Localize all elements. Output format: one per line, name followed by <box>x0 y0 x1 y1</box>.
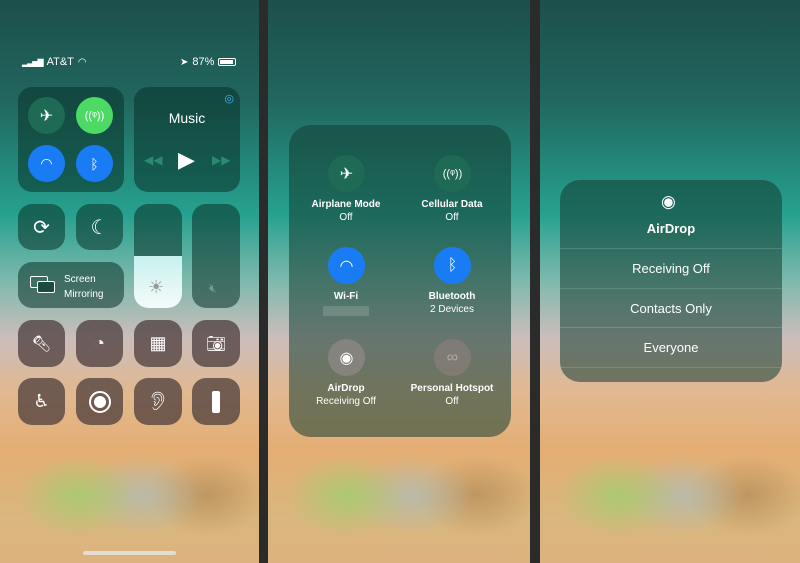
option-contacts-only[interactable]: Contacts Only <box>560 288 782 328</box>
wifi-icon: ◠ <box>339 257 354 275</box>
airplane-icon: ✈ <box>39 107 54 125</box>
status-left: ▂▃▅▇ AT&T ◠ <box>22 56 87 68</box>
airplane-toggle[interactable]: ✈ <box>328 155 365 192</box>
wifi-toggle[interactable]: ◠ <box>28 145 65 182</box>
airplane-icon: ✈ <box>339 165 354 183</box>
hotspot-toggle[interactable]: ∞ <box>434 339 471 376</box>
hotspot-icon: ∞ <box>446 348 459 366</box>
camera-icon: 📷︎ <box>205 335 227 353</box>
bluetooth-icon: ᛒ <box>90 155 99 172</box>
forward-icon[interactable]: ▶▶ <box>212 153 230 167</box>
calculator-button[interactable]: ▦ <box>134 320 182 367</box>
signal-icon: ▂▃▅▇ <box>22 57 44 67</box>
carrier-label: AT&T <box>46 56 74 68</box>
wifi-icon: ◠ <box>40 155 53 171</box>
cellular-item: Cellular Data Off <box>421 199 483 223</box>
sun-icon: ☀ <box>148 277 165 297</box>
flashlight-button[interactable]: 🔦︎ <box>18 320 65 367</box>
expanded-connectivity-panel: ✈ Airplane Mode Off ((ᵠ)) Cellular Data Of… <box>268 0 530 563</box>
remote-icon <box>212 390 220 413</box>
timer-icon: ◔ <box>94 333 105 353</box>
battery-icon <box>218 58 237 66</box>
bluetooth-toggle[interactable]: ᛒ <box>76 145 113 182</box>
option-receiving-off[interactable]: Receiving Off <box>560 248 782 288</box>
accessibility-icon: ♿︎ <box>33 391 50 411</box>
cellular-toggle[interactable]: ((ᵠ)) <box>434 155 471 192</box>
rewind-icon[interactable]: ◀◀ <box>144 153 162 167</box>
airdrop-icon: ◉ <box>661 192 676 211</box>
mute-icon: 🔇︎ <box>209 281 217 295</box>
hearing-button[interactable]: 👂︎ <box>134 378 182 425</box>
screen-mirroring-label-1: Screen <box>64 274 96 285</box>
flashlight-icon: 🔦︎ <box>31 335 52 353</box>
cellular-icon: ((ᵠ)) <box>442 167 463 180</box>
apple-tv-remote-button[interactable] <box>192 378 240 425</box>
option-everyone[interactable]: Everyone <box>560 327 782 367</box>
airdrop-menu: ◉ AirDrop Receiving Off Contacts Only Ev… <box>560 180 782 382</box>
cellular-toggle[interactable]: ((ᵠ)) <box>76 97 113 134</box>
hotspot-item: Personal Hotspot Off <box>410 383 494 407</box>
volume-slider[interactable]: 🔇︎ <box>192 204 240 308</box>
cellular-icon: ((ᵠ)) <box>84 109 105 122</box>
screen-mirroring-button[interactable]: Screen Mirroring <box>18 262 124 308</box>
record-icon <box>88 390 111 413</box>
wifi-toggle[interactable]: ◠ <box>328 247 365 284</box>
rotation-lock-icon: ⟳ <box>33 216 50 239</box>
screen-mirroring-label-2: Mirroring <box>64 289 104 300</box>
ear-icon: 👂︎ <box>146 391 170 411</box>
location-icon: ➤ <box>180 56 189 68</box>
airdrop-icon: ◉ <box>339 349 354 367</box>
moon-icon: ☾ <box>90 216 109 239</box>
airdrop-panel: ◉ AirDrop Receiving Off Contacts Only Ev… <box>540 0 800 563</box>
accessibility-button[interactable]: ♿︎ <box>18 378 65 425</box>
battery-label: 87% <box>192 56 215 68</box>
connectivity-module[interactable]: ✈ ((ᵠ)) ◠ ᛒ <box>18 87 124 192</box>
play-icon[interactable]: ▶ <box>178 147 195 173</box>
bluetooth-toggle[interactable]: ᛒ <box>434 247 471 284</box>
do-not-disturb-button[interactable]: ☾ <box>76 204 123 250</box>
status-right: ➤ 87% <box>180 56 237 68</box>
calculator-icon: ▦ <box>149 333 167 353</box>
music-title: Music <box>168 110 206 126</box>
wifi-status-icon: ◠ <box>77 56 87 68</box>
connectivity-card: ✈ Airplane Mode Off ((ᵠ)) Cellular Data Of… <box>289 125 511 437</box>
brightness-slider[interactable]: ☀ <box>134 204 182 308</box>
airplay-icon[interactable]: ◎ <box>224 92 234 105</box>
airplane-toggle[interactable]: ✈ <box>28 97 65 134</box>
screen-record-button[interactable] <box>76 378 123 425</box>
menu-divider <box>560 367 782 382</box>
bluetooth-icon: ᛒ <box>447 256 458 274</box>
music-module[interactable]: ◎ Music ◀◀ ▶ ▶▶ <box>134 87 240 192</box>
control-center-panel: ▂▃▅▇ AT&T ◠ ➤ 87% ✈ ((ᵠ)) ◠ ᛒ ◎ Music ◀◀… <box>0 0 259 563</box>
home-indicator[interactable] <box>83 551 176 555</box>
airdrop-menu-title: AirDrop <box>646 221 696 236</box>
timer-button[interactable]: ◔ <box>76 320 123 367</box>
camera-button[interactable]: 📷︎ <box>192 320 240 367</box>
bluetooth-item: Bluetooth 2 Devices <box>428 291 476 315</box>
rotation-lock-button[interactable]: ⟳ <box>18 204 65 250</box>
airdrop-toggle[interactable]: ◉ <box>328 339 365 376</box>
